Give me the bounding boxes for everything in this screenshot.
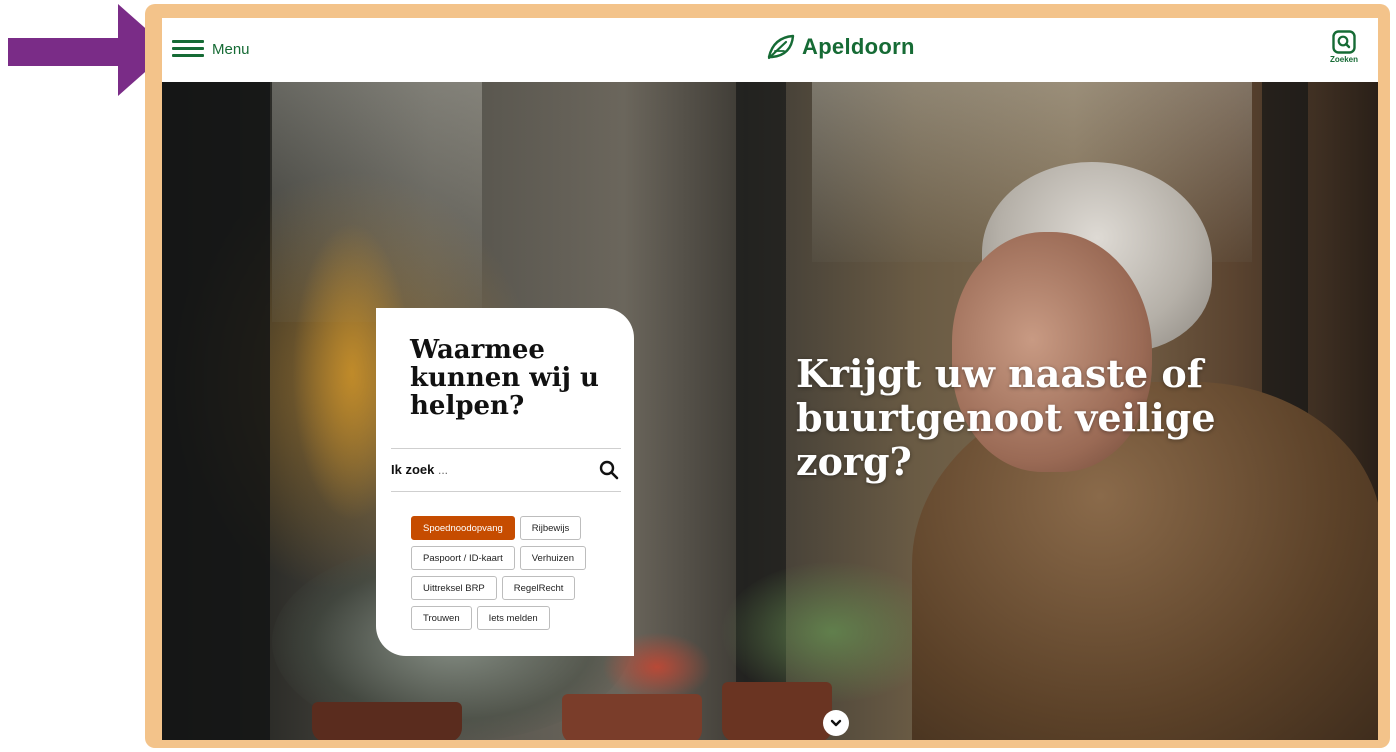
menu-button[interactable]: Menu <box>172 38 250 60</box>
quick-link-chip[interactable]: Trouwen <box>411 606 472 630</box>
hero-headline: Krijgt uw naaste of buurtgenoot veilige … <box>796 351 1216 484</box>
annotation-arrow-shaft <box>8 38 126 66</box>
quick-link-chip[interactable]: Verhuizen <box>519 546 586 570</box>
search-card-title: Waarmee kunnen wij u helpen? <box>410 335 599 421</box>
search-card: Waarmee kunnen wij u helpen? Ik zoek Spo… <box>376 308 634 656</box>
leaf-logo-icon <box>767 34 795 60</box>
quick-link-chip[interactable]: Iets melden <box>476 606 550 630</box>
search-label: Ik zoek <box>391 462 435 477</box>
quick-links: Spoednoodopvang Rijbewijs Paspoort / ID-ka… <box>411 516 611 630</box>
quick-link-chip[interactable]: Paspoort / ID-kaart <box>411 546 515 570</box>
site-header: Menu Apeldoorn Zoeken <box>162 18 1378 82</box>
logo-text: Apeldoorn <box>802 34 915 59</box>
search-button-label: Zoeken <box>1329 55 1358 64</box>
chevron-down-icon <box>830 719 842 727</box>
search-button[interactable]: Zoeken <box>1326 30 1362 64</box>
menu-label: Menu <box>212 40 250 58</box>
quick-link-chip[interactable]: Rijbewijs <box>519 516 582 540</box>
hamburger-icon <box>172 38 204 60</box>
browser-viewport: Menu Apeldoorn Zoeken Waarmee kunnen wij… <box>162 18 1378 740</box>
scroll-down-button[interactable] <box>823 710 849 736</box>
search-row: Ik zoek <box>391 448 621 492</box>
quick-link-chip[interactable]: Spoednoodopvang <box>411 516 515 540</box>
hero-section: Waarmee kunnen wij u helpen? Ik zoek Spo… <box>162 82 1378 740</box>
quick-link-chip[interactable]: Uittreksel BRP <box>411 576 497 600</box>
search-input[interactable] <box>438 458 588 482</box>
search-icon <box>1332 30 1356 54</box>
quick-link-chip[interactable]: RegelRecht <box>501 576 576 600</box>
site-logo[interactable]: Apeldoorn <box>766 34 915 60</box>
search-submit-icon[interactable] <box>599 460 619 480</box>
